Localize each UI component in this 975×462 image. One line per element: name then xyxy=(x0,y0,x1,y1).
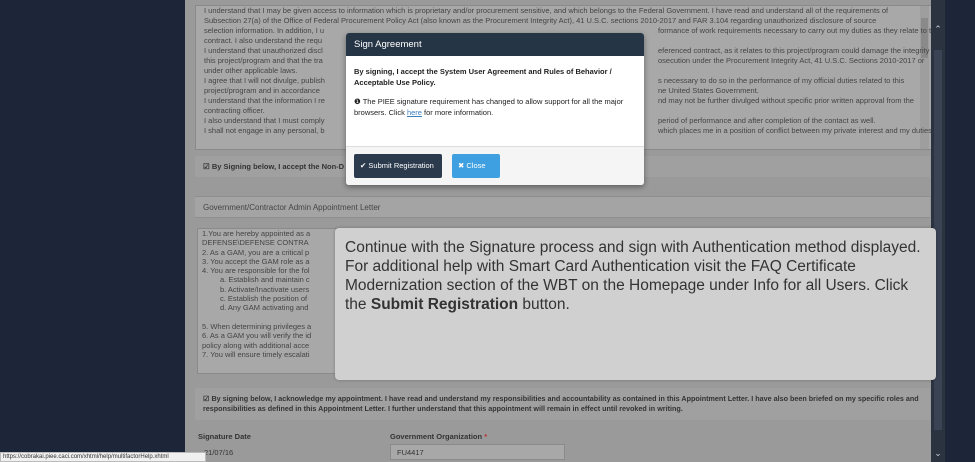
agreement-line-fragment: eferenced contract, as it relates to thi… xyxy=(658,46,932,55)
info-message: ❶ The PIEE signature requirement has cha… xyxy=(354,97,624,117)
left-background xyxy=(0,0,185,462)
agreement-line: I understand that I may be given access … xyxy=(204,6,889,15)
appointment-line: policy along with additional acce xyxy=(202,340,310,350)
help-instruction-card: Continue with the Signature process and … xyxy=(335,228,936,380)
agreement-line-fragment: period of performance and after completi… xyxy=(658,116,876,125)
close-button[interactable]: ✖ Close xyxy=(452,154,500,178)
appointment-line: a. Establish and maintain c xyxy=(220,275,310,285)
gov-org-field[interactable]: FU4417 xyxy=(390,444,565,460)
appointment-line: b. Activate/Inactivate users xyxy=(220,284,310,294)
appointment-line: 7. You will ensure timely escalati xyxy=(202,349,310,359)
right-background xyxy=(945,0,975,462)
agreement-line-fragment xyxy=(658,106,923,116)
appointment-line: c. Establish the position of xyxy=(220,294,308,304)
agreement-line-fragment: osecution under the Procurement Integrit… xyxy=(658,56,925,65)
appointment-line: 4. You are responsible for the fol xyxy=(202,266,310,276)
help-link[interactable]: here xyxy=(407,108,422,117)
submit-registration-button[interactable]: ✔ Submit Registration xyxy=(354,154,442,178)
agreement-line-fragment xyxy=(658,66,923,76)
appointment-line: 3. You accept the GAM role as a xyxy=(202,256,310,266)
checkbox-icon[interactable]: ☑ xyxy=(203,394,209,403)
signature-date-label: Signature Date xyxy=(198,432,251,441)
gov-org-label: Government Organization * xyxy=(390,432,488,441)
agreement-line: Subsection 27(a) of the Office of Federa… xyxy=(204,16,877,25)
status-bar-url: https://cobrakai.piee.caci.com/xhtml/hel… xyxy=(0,452,206,462)
check-icon: ✔ xyxy=(360,161,367,170)
instruction-text: Continue with the Signature process and … xyxy=(345,239,921,313)
modal-title: Sign Agreement xyxy=(346,33,644,56)
appointment-line xyxy=(202,313,344,322)
nda-accept-label: By Signing below, I accept the Non-D xyxy=(211,162,345,171)
agreement-line-fragment: formance of work requirements necessary … xyxy=(658,26,932,35)
appointment-line: 5. When determining privileges a xyxy=(202,321,312,331)
close-icon: ✖ xyxy=(458,161,465,170)
info-circle-icon: ❶ xyxy=(354,97,361,106)
checkbox-icon[interactable]: ☑ xyxy=(203,162,210,171)
appointment-ack-row[interactable]: ☑ By signing below, I acknowledge my app… xyxy=(195,388,930,420)
scroll-up-icon[interactable]: ⌃ xyxy=(931,22,945,36)
appointment-line: 2. As a GAM, you are a critical p xyxy=(202,247,310,257)
agreement-line-fragment: which places me in a position of conflic… xyxy=(658,126,932,135)
appointment-line: DEFENSE\DEFENSE CONTRA xyxy=(202,238,309,248)
appointment-ack-label: By signing below, I acknowledge my appoi… xyxy=(203,394,919,413)
agreement-line-fragment: ne United States Government. xyxy=(658,86,759,95)
agreement-line-fragment: nd may not be further divulged without s… xyxy=(658,96,914,105)
agreement-line-fragment: s necessary to do so in the performance … xyxy=(658,76,905,85)
scroll-down-icon[interactable]: ⌄ xyxy=(931,446,945,460)
signature-date-value: 21/07/16 xyxy=(204,448,234,457)
appointment-line: 1.You are hereby appointed as a xyxy=(202,229,311,238)
appointment-letter-header: Government/Contractor Admin Appointment … xyxy=(195,196,930,218)
agreement-statement: By signing, I accept the System User Agr… xyxy=(354,67,612,87)
agreement-line-fragment xyxy=(658,36,923,46)
appointment-letter-text[interactable]: 1.You are hereby appointed as a DEFENSE\D… xyxy=(197,228,349,374)
sign-agreement-modal: Sign Agreement By signing, I accept the … xyxy=(346,33,644,185)
appointment-line: d. Any GAM activating and xyxy=(220,303,309,313)
appointment-line: 6. As a GAM you will verify the id xyxy=(202,331,312,341)
